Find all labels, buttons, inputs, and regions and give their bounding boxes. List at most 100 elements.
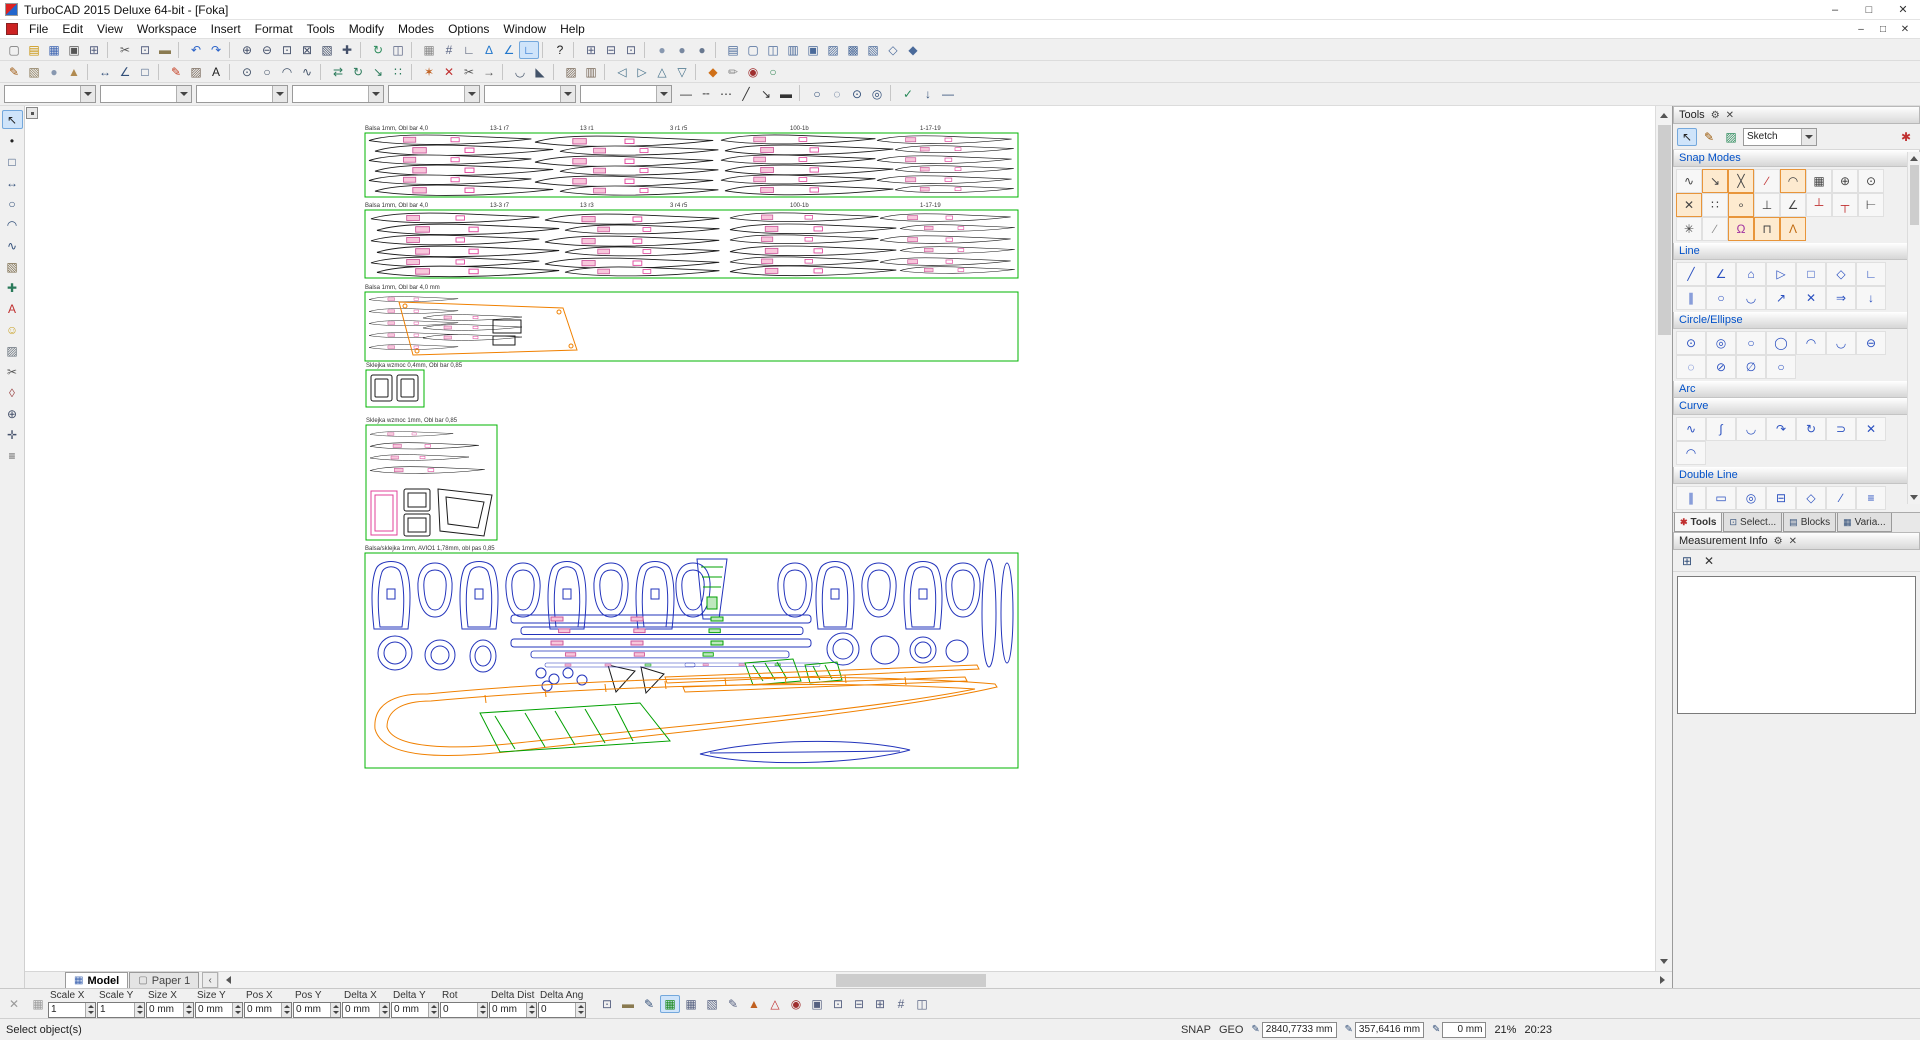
camera[interactable]: ▨ <box>823 41 843 59</box>
pan-tool[interactable]: ✛ <box>2 425 23 444</box>
drawing-canvas[interactable]: Balsa 1mm, Obl bar 4,0 13-1 r7 13 r1 3 r… <box>25 106 1655 971</box>
property-combo-7[interactable] <box>580 85 672 103</box>
insp-warn[interactable]: △ <box>765 995 785 1013</box>
pick-style[interactable]: ↓ <box>918 85 938 103</box>
world-cs[interactable]: ∆ <box>479 41 499 59</box>
snap-extension[interactable]: ⊢ <box>1858 193 1884 217</box>
curve-loop[interactable]: ↻ <box>1796 417 1826 441</box>
curve-fit[interactable]: ⊃ <box>1826 417 1856 441</box>
palette-select[interactable]: ↖ <box>1677 128 1697 146</box>
spinner[interactable] <box>281 1003 291 1017</box>
plan-cs[interactable]: ∠ <box>499 41 519 59</box>
circle-center-point[interactable]: ⊙ <box>1676 331 1706 355</box>
curve-arc[interactable]: ◡ <box>1736 417 1766 441</box>
pick-color[interactable]: ✏ <box>723 63 743 81</box>
delete-object[interactable]: ✕ <box>439 63 459 81</box>
menu-item[interactable]: View <box>90 20 130 39</box>
spinner[interactable] <box>575 1003 585 1017</box>
circle-2-point[interactable]: ○ <box>1736 331 1766 355</box>
circle-style-dashed[interactable]: ◌ <box>827 85 847 103</box>
spinner-down-icon[interactable] <box>282 1010 291 1017</box>
delta-x-input[interactable]: 0 mm <box>342 1002 390 1018</box>
circle-center[interactable]: ⊙ <box>237 63 257 81</box>
rectangle-tool[interactable]: □ <box>2 152 23 171</box>
view-back[interactable]: ◆ <box>903 41 923 59</box>
spline-tool[interactable]: ∿ <box>2 236 23 255</box>
spinner-up-icon[interactable] <box>380 1003 389 1010</box>
rotate-copy[interactable]: ↻ <box>348 63 368 81</box>
insp-grid-edit[interactable]: ✎ <box>723 995 743 1013</box>
viewport-single[interactable]: ▤ <box>723 41 743 59</box>
circle-style-double[interactable]: ◎ <box>867 85 887 103</box>
curve-revision-cloud[interactable]: ↷ <box>1766 417 1796 441</box>
render-draft[interactable]: ● <box>652 41 672 59</box>
print[interactable]: ▣ <box>64 41 84 59</box>
snap-apex[interactable]: Λ <box>1780 217 1806 241</box>
maximize-button[interactable]: □ <box>1852 0 1886 19</box>
tab-paper-1[interactable]: ▢Paper 1 <box>129 972 199 988</box>
dline-polygon[interactable]: ◇ <box>1796 486 1826 510</box>
insp-flag[interactable]: ▲ <box>744 995 764 1013</box>
mdi-restore-button[interactable]: □ <box>1872 21 1894 37</box>
line-slant[interactable]: ╱ <box>736 85 756 103</box>
extend[interactable]: → <box>479 63 499 81</box>
view-front[interactable]: ▧ <box>863 41 883 59</box>
line-bisector[interactable]: ✕ <box>1796 286 1826 310</box>
snap-magnetic[interactable]: Ω <box>1728 217 1754 241</box>
inspector-table[interactable]: ▦ <box>28 995 48 1013</box>
dimension-tool[interactable]: ↔ <box>2 173 23 192</box>
canvas-corner-button[interactable] <box>26 107 38 119</box>
line-single[interactable]: ╱ <box>1676 262 1706 286</box>
open-file[interactable]: ▤ <box>24 41 44 59</box>
section-header-arc[interactable]: Arc» <box>1673 381 1920 398</box>
trim-tool[interactable]: ✂ <box>2 362 23 381</box>
dropdown-arrow-icon[interactable] <box>1801 129 1816 145</box>
spinner-down-icon[interactable] <box>527 1010 536 1017</box>
property-combo-4[interactable] <box>292 85 384 103</box>
spinner-up-icon[interactable] <box>478 1003 487 1010</box>
snap-tangent[interactable]: ∘ <box>1728 193 1754 217</box>
hatch-style[interactable]: ▨ <box>186 63 206 81</box>
spinner[interactable] <box>428 1003 438 1017</box>
mdi-close-button[interactable]: ✕ <box>1894 21 1916 37</box>
snap-aperture[interactable]: ⊙ <box>1858 169 1884 193</box>
dropdown-arrow-icon[interactable] <box>272 86 287 102</box>
measurement-clear[interactable]: ✕ <box>1699 552 1719 570</box>
insert-table[interactable]: ⊞ <box>581 41 601 59</box>
snap-cross[interactable]: ✕ <box>1676 193 1702 217</box>
spinner[interactable] <box>477 1003 487 1017</box>
spinner-down-icon[interactable] <box>135 1010 144 1017</box>
snap-star[interactable]: ✳ <box>1676 217 1702 241</box>
close-icon[interactable]: ✕ <box>1726 110 1734 121</box>
chamfer[interactable]: ◣ <box>530 63 550 81</box>
copy[interactable]: ⊡ <box>135 41 155 59</box>
delta-dist-input[interactable]: 0 mm <box>489 1002 537 1018</box>
viewport-two[interactable]: ▢ <box>743 41 763 59</box>
menu-item[interactable]: Window <box>496 20 553 39</box>
vertical-scrollbar[interactable] <box>1655 106 1672 971</box>
reset-style[interactable]: — <box>938 85 958 103</box>
text-format[interactable]: A <box>206 63 226 81</box>
save-file[interactable]: ▦ <box>44 41 64 59</box>
array-copy[interactable]: ∷ <box>388 63 408 81</box>
hatch-fill[interactable]: ▨ <box>561 63 581 81</box>
line-tangent-2-arcs[interactable]: ◡ <box>1736 286 1766 310</box>
zoom-out[interactable]: ⊖ <box>257 41 277 59</box>
arc-tool[interactable]: ◠ <box>2 215 23 234</box>
ellipse-rotated[interactable]: ⊘ <box>1706 355 1736 379</box>
coord-z-field[interactable]: 0 mm <box>1442 1022 1486 1038</box>
spline-tool[interactable]: ∿ <box>297 63 317 81</box>
geo-indicator[interactable]: GEO <box>1219 1024 1243 1036</box>
zoom-in[interactable]: ⊕ <box>237 41 257 59</box>
insp-box-2[interactable]: ⊡ <box>828 995 848 1013</box>
line-parallel[interactable]: ∥ <box>1676 286 1706 310</box>
line-arrow[interactable]: ↘ <box>756 85 776 103</box>
viewport-three[interactable]: ◫ <box>763 41 783 59</box>
close-icon[interactable]: ✕ <box>1789 536 1797 547</box>
snap-quadrant[interactable]: ⊕ <box>1832 169 1858 193</box>
line-axis[interactable]: ↓ <box>1856 286 1886 310</box>
measure-angle[interactable]: ∠ <box>115 63 135 81</box>
spinner-up-icon[interactable] <box>331 1003 340 1010</box>
line-tangent-to-arc[interactable]: ○ <box>1706 286 1736 310</box>
palette-scroll-up-icon[interactable] <box>1910 152 1918 161</box>
